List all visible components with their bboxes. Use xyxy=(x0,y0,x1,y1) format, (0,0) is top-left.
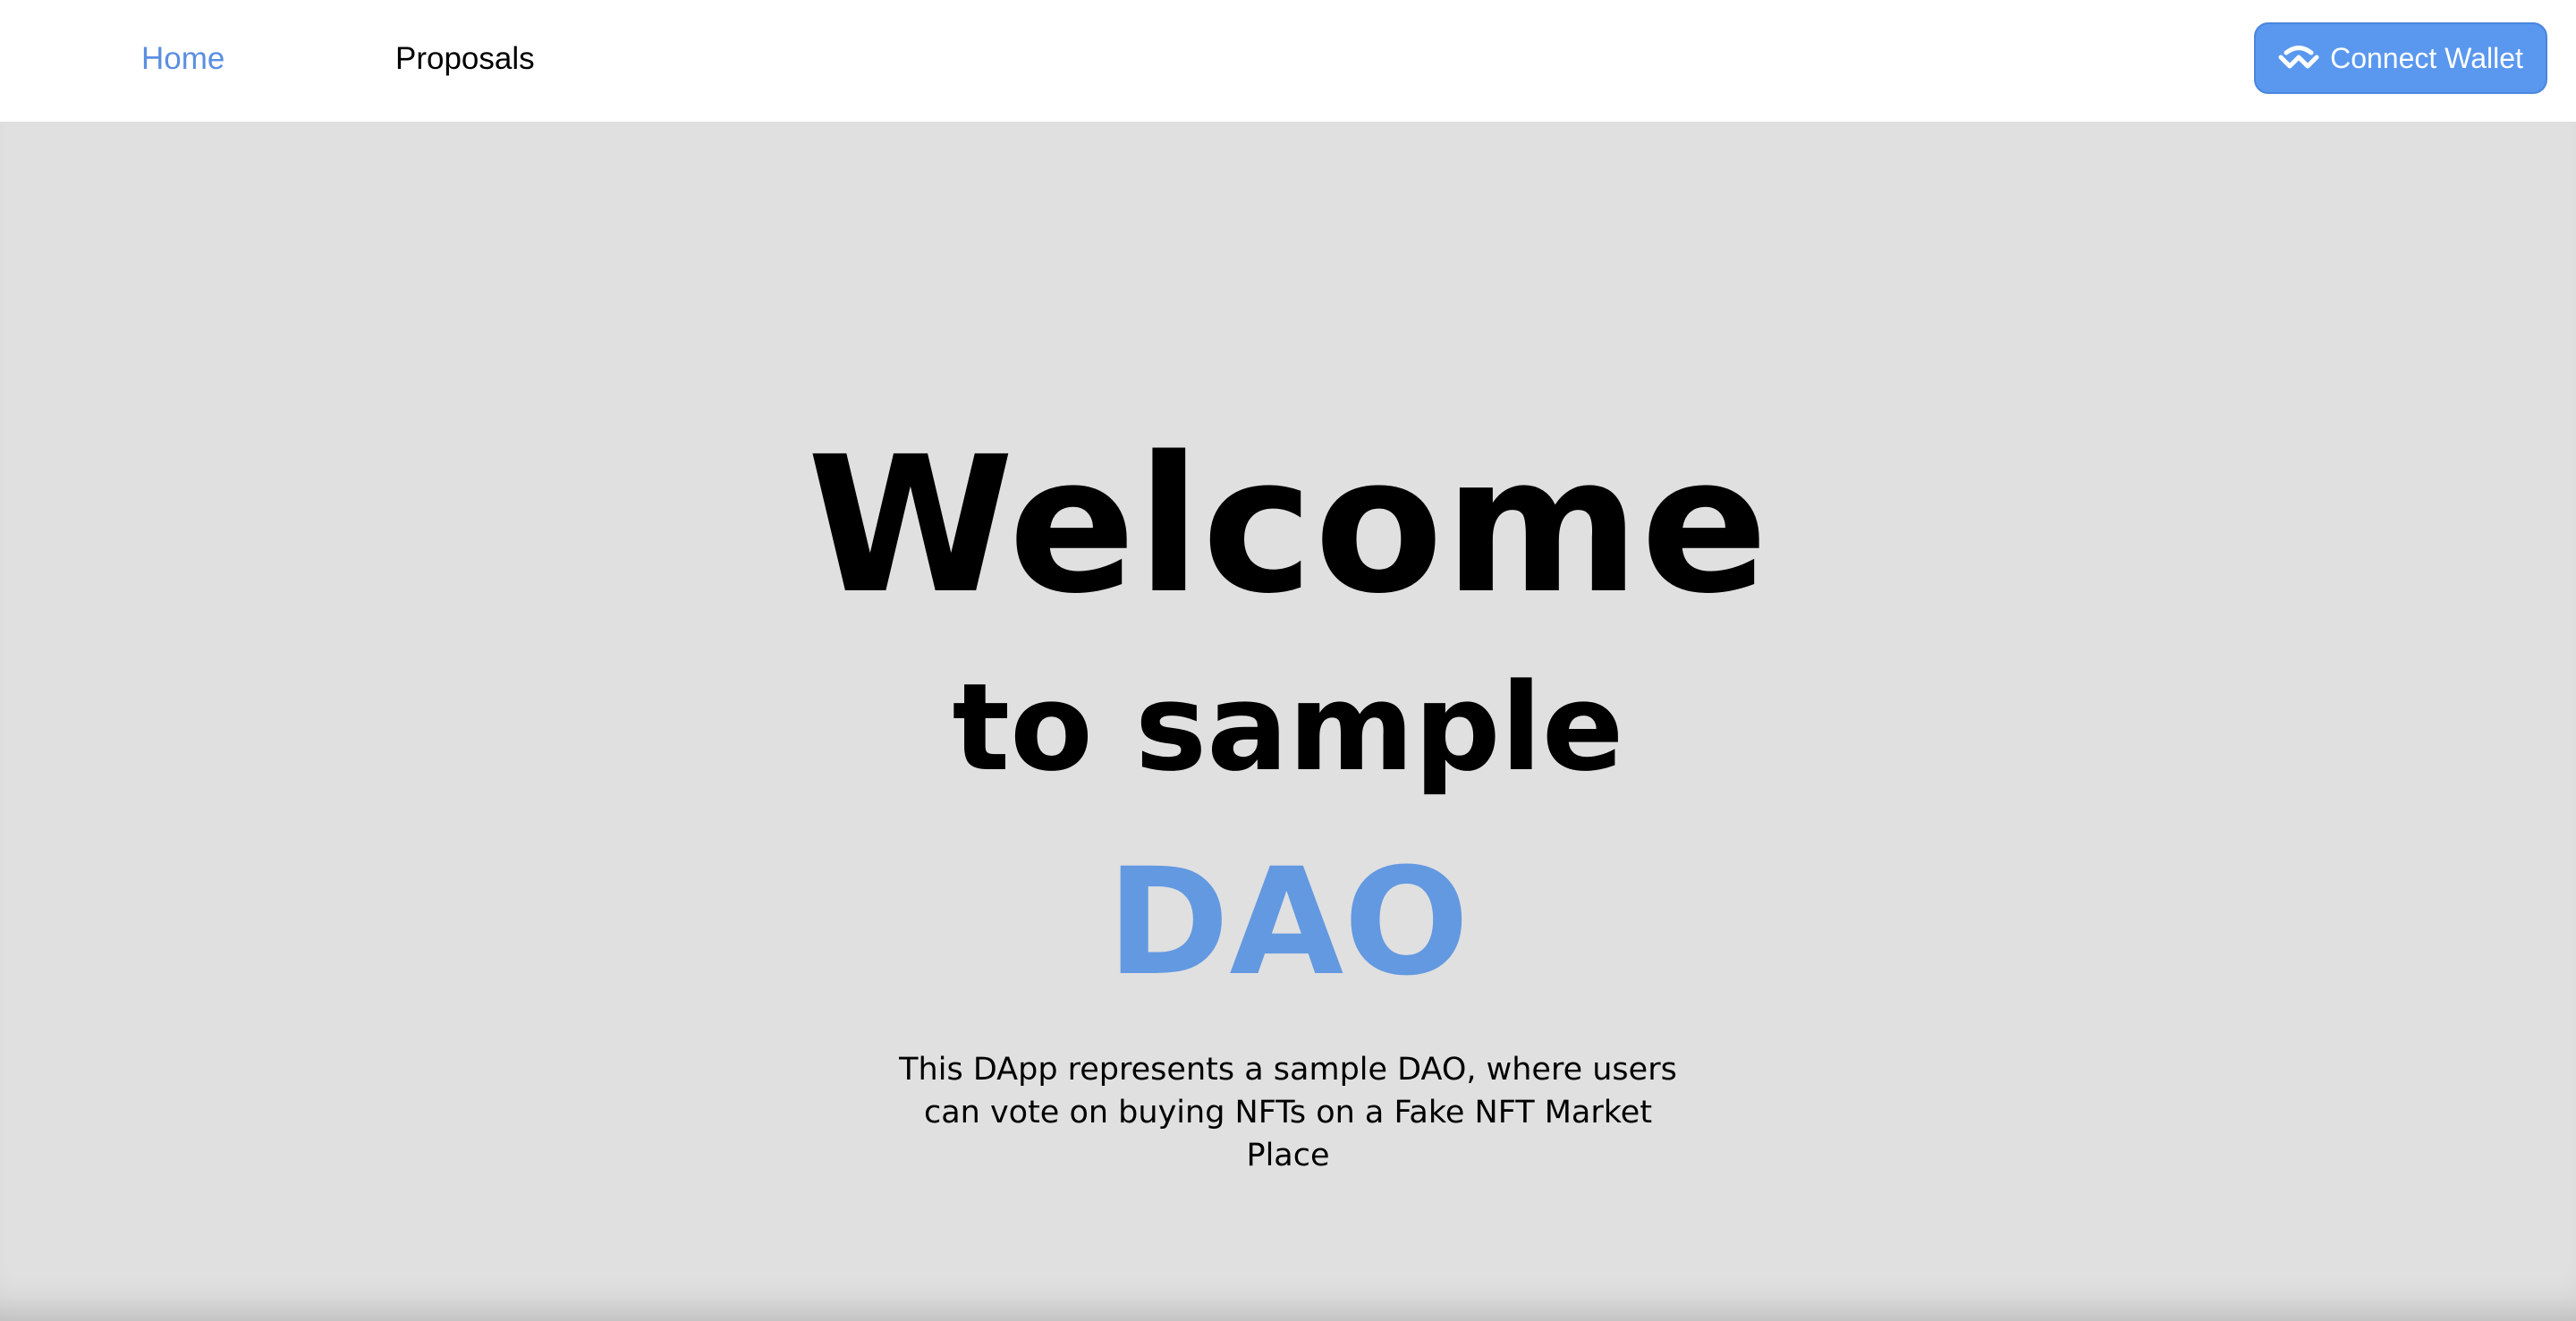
hero-title: Welcome xyxy=(807,416,1769,635)
hero-accent-dao: DAO xyxy=(1106,836,1470,1008)
hero-subtitle: to sample xyxy=(952,657,1624,798)
walletconnect-icon xyxy=(2278,46,2319,69)
top-navbar: Home Proposals Connect Wallet xyxy=(0,0,2576,122)
nav-link-home[interactable]: Home xyxy=(141,39,225,79)
hero-section: Welcome to sample DAO This DApp represen… xyxy=(0,122,2576,1321)
nav-link-proposals[interactable]: Proposals xyxy=(395,39,535,79)
connect-wallet-label: Connect Wallet xyxy=(2330,41,2523,74)
connect-wallet-button[interactable]: Connect Wallet xyxy=(2254,22,2547,94)
page: Home Proposals Connect Wallet Welcome to… xyxy=(0,0,2576,1321)
hero-description: This DApp represents a sample DAO, where… xyxy=(899,1052,1677,1173)
